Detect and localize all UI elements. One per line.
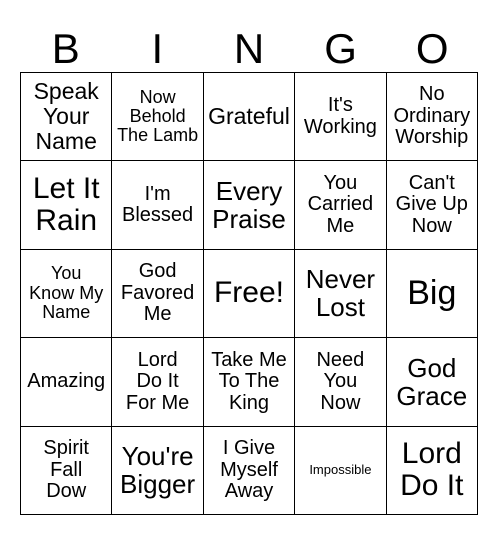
bingo-cell[interactable]: Lord Do It (386, 426, 478, 515)
bingo-header-letter-i: I (151, 25, 164, 72)
bingo-cell-label: You Know My Name (29, 263, 104, 323)
bingo-cell-label: Lord Do It For Me (125, 348, 190, 414)
bingo-cell-label: Grateful (208, 103, 290, 130)
bingo-cell-label: You Carried Me (307, 171, 374, 237)
bingo-cell[interactable]: You Know My Name (21, 249, 113, 339)
bingo-cell-label: Need You Now (316, 348, 365, 414)
bingo-cell[interactable]: Speak Your Name (21, 73, 113, 162)
bingo-cell[interactable]: God Favored Me (112, 249, 204, 339)
bingo-cell-label: God Grace (396, 352, 468, 411)
bingo-cell[interactable]: No Ordinary Worship (386, 73, 478, 162)
bingo-cell-label: Now Behold The Lamb (117, 86, 199, 146)
bingo-card: B I N G O Speak Your Name Now Behold The … (0, 0, 500, 544)
bingo-cell[interactable]: Impossible (295, 426, 387, 515)
bingo-cell[interactable]: Every Praise (203, 161, 296, 250)
bingo-cell[interactable]: You're Bigger (112, 426, 204, 515)
bingo-cell-label: God Favored Me (120, 260, 195, 326)
bingo-cell-label: I Give Myself Away (220, 436, 278, 503)
bingo-cell-label: No Ordinary Worship (393, 83, 471, 149)
bingo-cell-label: Let It Rain (32, 171, 100, 238)
bingo-cell[interactable]: Grateful (203, 73, 296, 162)
bingo-header-row: B I N G O (20, 20, 478, 72)
bingo-cell[interactable]: Spirit Fall Dow (21, 426, 113, 515)
bingo-cell[interactable]: Amazing (21, 338, 113, 427)
bingo-cell[interactable]: Let It Rain (21, 161, 113, 250)
bingo-header-letter-g: G (324, 25, 357, 72)
bingo-cell-label: Every Praise (212, 176, 286, 235)
bingo-cell[interactable]: God Grace (386, 338, 478, 427)
bingo-cell-label: Speak Your Name (33, 78, 99, 155)
bingo-cell-label: Never Lost (305, 264, 376, 323)
bingo-cell-label: Free! (213, 276, 284, 310)
bingo-cell[interactable]: I Give Myself Away (203, 426, 296, 515)
bingo-cell-label: Big (407, 274, 457, 313)
bingo-cell-label: Take Me To The King (211, 348, 287, 414)
bingo-cell-label: Impossible (309, 462, 372, 478)
bingo-header-letter-b: B (51, 25, 80, 72)
bingo-header-letter-n: N (233, 25, 265, 72)
bingo-cell[interactable]: Big (386, 249, 478, 339)
bingo-cell-label: Lord Do It (400, 436, 464, 503)
bingo-cell-label: You're Bigger (120, 441, 196, 500)
bingo-cell-label: Amazing (27, 370, 106, 393)
bingo-cell[interactable]: You Carried Me (295, 161, 387, 250)
bingo-cell-label: Can't Give Up Now (395, 171, 468, 237)
bingo-cell-label: It's Working (303, 94, 377, 138)
bingo-cell[interactable]: Never Lost (295, 249, 387, 339)
bingo-cell[interactable]: It's Working (295, 73, 387, 162)
bingo-cell-label: I'm Blessed (122, 182, 194, 227)
bingo-cell[interactable]: Now Behold The Lamb (112, 73, 204, 162)
bingo-cell[interactable]: Free! (203, 249, 296, 339)
bingo-cell[interactable]: Take Me To The King (203, 338, 296, 427)
bingo-cell-label: Spirit Fall Dow (43, 436, 89, 503)
bingo-grid: Speak Your Name Now Behold The Lamb Gratef… (20, 72, 478, 515)
bingo-header-letter-o: O (415, 25, 449, 72)
bingo-cell[interactable]: Can't Give Up Now (386, 161, 478, 250)
bingo-cell[interactable]: Lord Do It For Me (112, 338, 204, 427)
bingo-cell[interactable]: Need You Now (295, 338, 387, 427)
bingo-cell[interactable]: I'm Blessed (112, 161, 204, 250)
